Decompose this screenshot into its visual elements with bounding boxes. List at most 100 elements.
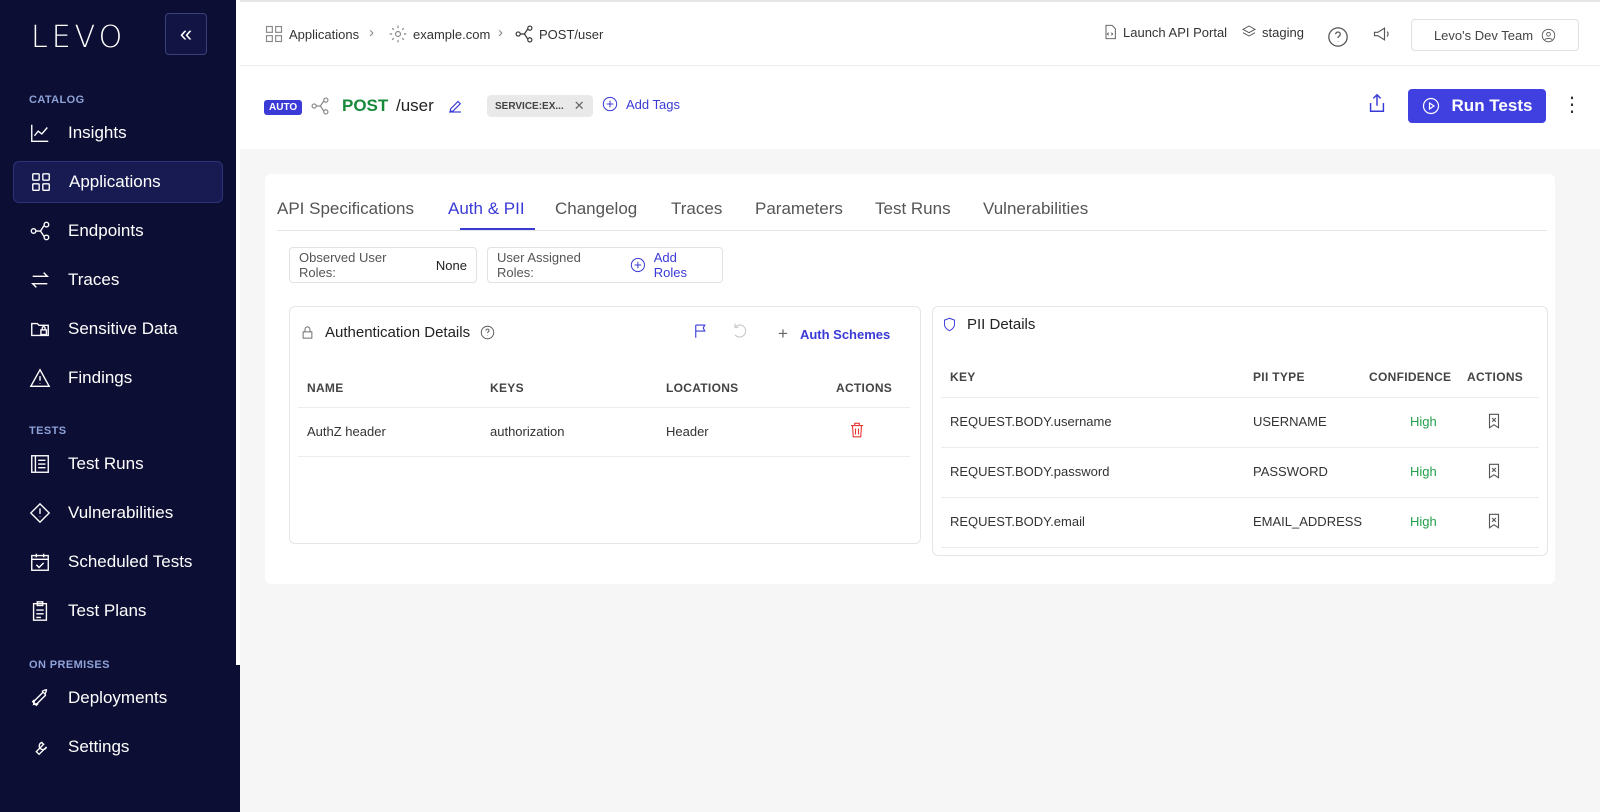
sidebar-item-settings[interactable]: Settings xyxy=(13,726,223,768)
column-header-actions: ACTIONS xyxy=(1467,370,1524,384)
tab-changelog[interactable]: Changelog xyxy=(555,199,637,219)
add-auth-schemes-button[interactable]: + Auth Schemes xyxy=(778,324,890,344)
clipboard-icon xyxy=(28,599,52,623)
undo-icon[interactable] xyxy=(732,322,750,345)
sidebar-item-label: Test Runs xyxy=(68,454,144,473)
auth-panel-header: Authentication Details xyxy=(300,324,495,341)
tab-vulnerabilities[interactable]: Vulnerabilities xyxy=(983,199,1088,219)
sidebar-item-applications[interactable]: Applications xyxy=(13,161,223,203)
breadcrumb-label: Applications xyxy=(289,26,360,42)
sidebar-item-test-runs[interactable]: Test Runs xyxy=(13,443,223,485)
add-tags-button[interactable]: Add Tags xyxy=(602,96,680,112)
sidebar-item-deployments[interactable]: Deployments xyxy=(13,677,223,719)
endpoint-details-card: API Specifications Auth & PII Changelog … xyxy=(265,174,1555,584)
sidebar-item-label: Endpoints xyxy=(68,221,144,240)
info-icon[interactable] xyxy=(480,325,495,340)
double-chevron-left-icon: « xyxy=(179,21,193,46)
plus-circle-icon xyxy=(630,257,645,273)
column-header-pii-type: PII TYPE xyxy=(1253,370,1305,384)
breadcrumb-label: example.com xyxy=(413,26,491,42)
sidebar-item-endpoints[interactable]: Endpoints xyxy=(13,210,223,252)
sidebar-item-label: Insights xyxy=(68,123,127,142)
help-icon[interactable] xyxy=(1327,26,1354,48)
arrows-icon xyxy=(28,268,52,292)
sidebar-item-label: Findings xyxy=(68,368,133,387)
gear-icon xyxy=(389,25,407,43)
auth-panel-title: Authentication Details xyxy=(325,324,471,341)
section-tests: TESTS xyxy=(29,425,67,437)
chevron-right-icon: › xyxy=(369,24,374,41)
active-tab-indicator xyxy=(460,228,535,230)
sidebar-item-label: Vulnerabilities xyxy=(68,503,174,522)
pii-row-type: PASSWORD xyxy=(1253,464,1328,479)
auth-row-key: authorization xyxy=(490,424,565,439)
sidebar-item-test-plans[interactable]: Test Plans xyxy=(13,590,223,632)
pii-row-key: REQUEST.BODY.email xyxy=(950,514,1085,529)
tab-test-runs[interactable]: Test Runs xyxy=(875,199,951,219)
environment-selector[interactable]: staging xyxy=(1241,24,1304,40)
auto-badge: AUTO xyxy=(264,100,303,115)
pii-row-key: REQUEST.BODY.password xyxy=(950,464,1110,479)
service-tag[interactable]: SERVICE:EX... ✕ xyxy=(487,95,593,117)
question-circle-icon xyxy=(1328,27,1348,47)
bookmark-x-icon[interactable] xyxy=(1485,462,1503,485)
tab-traces[interactable]: Traces xyxy=(671,199,722,219)
team-selector[interactable]: Levo's Dev Team xyxy=(1411,19,1579,51)
bookmark-x-icon[interactable] xyxy=(1485,512,1503,535)
run-tests-button[interactable]: Run Tests xyxy=(1408,89,1546,123)
sidebar-item-findings[interactable]: Findings xyxy=(13,357,223,399)
tag-label: SERVICE:EX... xyxy=(495,100,564,112)
sidebar-item-label: Scheduled Tests xyxy=(68,552,193,571)
pii-row-key: REQUEST.BODY.username xyxy=(950,414,1112,429)
sidebar-item-label: Sensitive Data xyxy=(68,319,178,338)
bookmark-x-icon[interactable] xyxy=(1485,412,1503,435)
sidebar-item-scheduled-tests[interactable]: Scheduled Tests xyxy=(13,541,223,583)
breadcrumb-applications[interactable]: Applications xyxy=(264,24,359,44)
column-header-key: KEY xyxy=(950,370,976,384)
breadcrumb-label: POST/user xyxy=(539,26,604,42)
tab-bar: API Specifications Auth & PII Changelog … xyxy=(277,174,1547,231)
auth-schemes-label: Auth Schemes xyxy=(799,326,891,342)
tab-api-specifications[interactable]: API Specifications xyxy=(277,199,414,219)
observed-user-roles: Observed User Roles: None xyxy=(289,247,477,283)
add-roles-button[interactable]: Add Roles xyxy=(630,250,713,280)
lock-icon xyxy=(302,326,313,339)
sidebar-item-traces[interactable]: Traces xyxy=(13,259,223,301)
play-circle-icon xyxy=(1422,97,1439,115)
pii-details-panel: PII Details KEY PII TYPE CONFIDENCE ACTI… xyxy=(932,306,1548,556)
trash-icon[interactable] xyxy=(848,421,866,444)
document-code-icon xyxy=(1105,24,1116,40)
announcements-icon[interactable] xyxy=(1372,24,1397,44)
pii-row-confidence: High xyxy=(1410,514,1437,529)
flag-icon[interactable] xyxy=(692,322,710,345)
warning-icon xyxy=(28,366,52,390)
observed-roles-label: Observed User Roles: xyxy=(299,250,387,280)
tab-parameters[interactable]: Parameters xyxy=(755,199,843,219)
launch-api-portal-button[interactable]: Launch API Portal xyxy=(1102,24,1227,40)
pii-panel-title: PII Details xyxy=(967,316,1036,333)
team-label: Levo's Dev Team xyxy=(1433,27,1534,43)
collapse-sidebar-button[interactable]: « xyxy=(165,13,207,55)
grid-icon xyxy=(265,25,283,43)
tab-auth-pii[interactable]: Auth & PII xyxy=(448,199,525,219)
row-divider xyxy=(298,456,910,457)
run-tests-label: Run Tests xyxy=(1451,96,1533,115)
endpoints-icon xyxy=(28,219,52,243)
column-header-locations: LOCATIONS xyxy=(666,381,739,395)
breadcrumb-app[interactable]: example.com xyxy=(388,24,490,44)
pii-row-type: EMAIL_ADDRESS xyxy=(1253,514,1363,529)
share-icon[interactable] xyxy=(1366,92,1388,119)
row-divider xyxy=(941,547,1539,548)
folder-lock-icon xyxy=(28,317,52,341)
main-content: API Specifications Auth & PII Changelog … xyxy=(240,149,1600,812)
column-header-keys: KEYS xyxy=(490,381,524,395)
sidebar-item-label: Applications xyxy=(69,172,161,191)
close-icon[interactable]: ✕ xyxy=(574,98,585,114)
sidebar-item-sensitive-data[interactable]: Sensitive Data xyxy=(13,308,223,350)
more-options-icon[interactable]: ⋮ xyxy=(1562,92,1582,117)
breadcrumb-endpoint[interactable]: POST/user xyxy=(514,24,603,44)
sidebar-item-vulnerabilities[interactable]: Vulnerabilities xyxy=(13,492,223,534)
pii-panel-header: PII Details xyxy=(942,316,1035,333)
sidebar-item-insights[interactable]: Insights xyxy=(13,112,223,154)
pencil-icon[interactable] xyxy=(446,97,464,120)
